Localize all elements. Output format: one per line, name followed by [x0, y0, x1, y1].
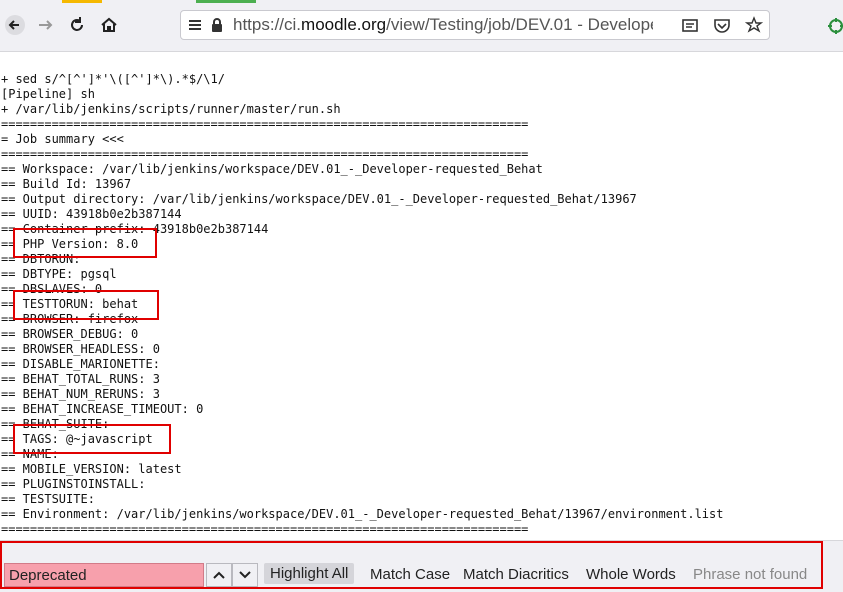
forward-arrow-icon: [39, 20, 53, 30]
console-line: ========================================…: [1, 117, 529, 131]
console-line: == UUID: 43918b0e2b387144: [1, 207, 182, 221]
home-button[interactable]: [94, 10, 124, 40]
chevron-down-icon: [239, 571, 251, 579]
find-previous-button[interactable]: [206, 563, 232, 587]
forward-button[interactable]: [30, 10, 60, 40]
console-line: == BEHAT_TOTAL_RUNS: 3: [1, 372, 160, 386]
console-line: == BEHAT_NUM_RERUNS: 3: [1, 387, 160, 401]
console-line: == PLUGINSTOINSTALL:: [1, 477, 146, 491]
console-line: == Output directory: /var/lib/jenkins/wo…: [1, 192, 637, 206]
find-input[interactable]: Deprecated: [4, 563, 204, 587]
url-path: /view/Testing/job/DEV.01 - Develope: [386, 15, 653, 34]
console-line: ========================================…: [1, 147, 529, 161]
find-next-button[interactable]: [232, 563, 258, 587]
tab-indicator-active: [196, 0, 256, 3]
match-case-toggle[interactable]: Match Case: [370, 566, 450, 583]
match-diacritics-toggle[interactable]: Match Diacritics: [463, 566, 569, 583]
annotation-box-testtorun: [13, 290, 159, 320]
site-info-icon[interactable]: [187, 17, 203, 33]
reload-icon: [71, 17, 83, 31]
pocket-icon[interactable]: [713, 16, 731, 34]
reader-view-icon[interactable]: [681, 16, 699, 34]
lock-icon[interactable]: [209, 17, 225, 33]
console-line: == DBTYPE: pgsql: [1, 267, 117, 281]
find-status: Phrase not found: [693, 566, 808, 583]
back-button[interactable]: [0, 10, 30, 40]
console-line: + sed s/^[^']*'\([^']*\).*$/\1/: [1, 74, 225, 86]
annotation-box-php-version: [13, 228, 157, 258]
console-line: ========================================…: [1, 522, 529, 536]
console-line: + /var/lib/jenkins/scripts/runner/master…: [1, 102, 341, 116]
console-line: == BROWSER_DEBUG: 0: [1, 327, 139, 341]
console-line: == BEHAT_INCREASE_TIMEOUT: 0: [1, 402, 204, 416]
url-host: moodle.org: [301, 15, 387, 34]
url-text: https://ci.moodle.org/view/Testing/job/D…: [233, 15, 653, 35]
console-line: == Workspace: /var/lib/jenkins/workspace…: [1, 162, 543, 176]
tab-strip: [0, 0, 843, 4]
console-line: = Job summary <<<: [1, 132, 124, 146]
tab-indicator: [62, 0, 102, 3]
console-line: == DISABLE_MARIONETTE:: [1, 357, 160, 371]
console-line: == Build Id: 13967: [1, 177, 132, 191]
console-line: == TESTSUITE:: [1, 492, 95, 506]
console-line: == Environment: /var/lib/jenkins/workspa…: [1, 507, 724, 521]
whole-words-toggle[interactable]: Whole Words: [586, 566, 676, 583]
console-line: == BROWSER_HEADLESS: 0: [1, 342, 160, 356]
annotation-box-tags: [13, 424, 171, 454]
console-output: + sed s/^[^']*'\([^']*\).*$/\1/ [Pipelin…: [0, 74, 843, 540]
console-line: [Pipeline] sh: [1, 87, 95, 101]
highlight-all-toggle[interactable]: Highlight All: [264, 563, 355, 584]
bookmark-star-icon[interactable]: [745, 16, 763, 34]
back-arrow-icon: [5, 15, 25, 35]
extension-icon[interactable]: [826, 16, 843, 36]
browser-toolbar: https://ci.moodle.org/view/Testing/job/D…: [0, 0, 843, 52]
reload-button[interactable]: [62, 10, 92, 40]
chevron-up-icon: [213, 571, 225, 579]
console-line: == MOBILE_VERSION: latest: [1, 462, 182, 476]
url-bar[interactable]: https://ci.moodle.org/view/Testing/job/D…: [180, 10, 770, 40]
home-icon: [101, 17, 117, 32]
url-prefix: https://ci.: [233, 15, 302, 34]
